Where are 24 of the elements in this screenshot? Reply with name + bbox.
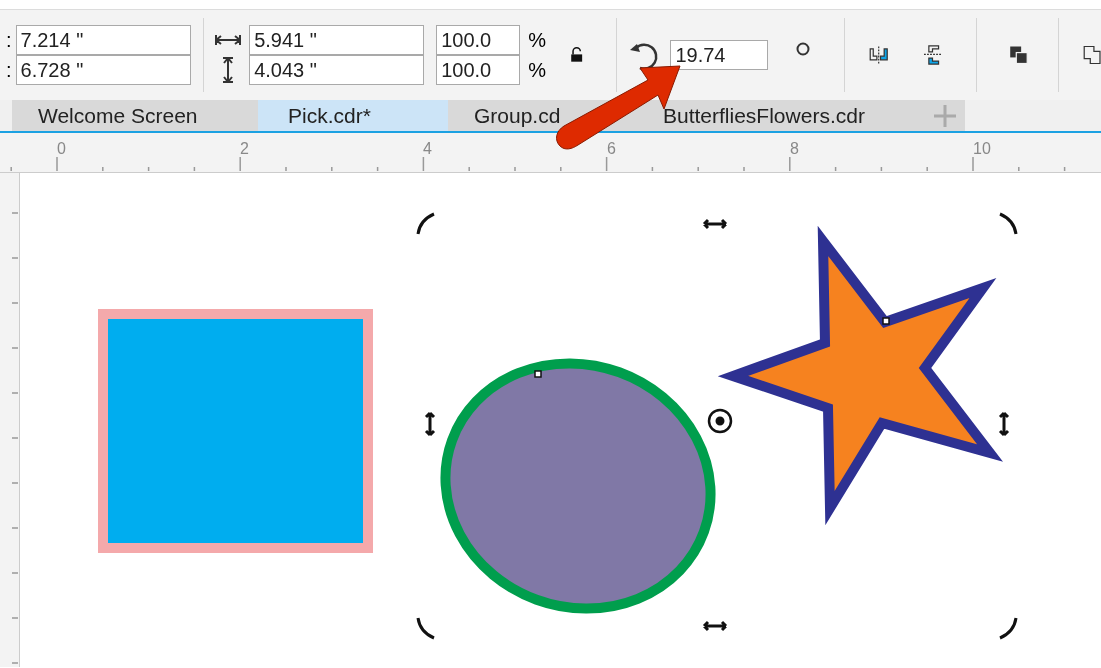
input-field[interactable]: 19.74: [670, 40, 769, 70]
input-field[interactable]: 5.941 ": [249, 25, 425, 55]
document-tab[interactable]: Pick.cdr*: [258, 100, 448, 131]
field-label: :: [6, 58, 12, 83]
ruler-label: 8: [790, 139, 799, 159]
input-field[interactable]: 4.043 ": [249, 55, 425, 85]
input-field[interactable]: 100.0: [436, 25, 521, 55]
ruler-label: 4: [423, 139, 432, 159]
plus-icon: [934, 104, 956, 127]
ruler-label: 6: [607, 139, 616, 159]
input-field[interactable]: 100.0: [436, 55, 521, 85]
unit-label: %: [528, 28, 546, 53]
document-tab[interactable]: ButterfliesFlowers.cdr: [637, 100, 925, 131]
width-icon: [215, 34, 242, 46]
input-field[interactable]: 7.214 ": [15, 25, 191, 55]
unit-label: %: [528, 58, 546, 83]
input-field[interactable]: 6.728 ": [15, 55, 191, 85]
ruler-label: 0: [57, 139, 66, 159]
selection-handles-drawing[interactable]: [416, 212, 1018, 640]
ruler-label: 10: [973, 139, 991, 159]
ruler-label: 2: [240, 139, 249, 159]
field-label: :: [6, 28, 12, 53]
document-tab[interactable]: Welcome Screen: [12, 100, 258, 131]
degree-icon: [796, 42, 811, 56]
